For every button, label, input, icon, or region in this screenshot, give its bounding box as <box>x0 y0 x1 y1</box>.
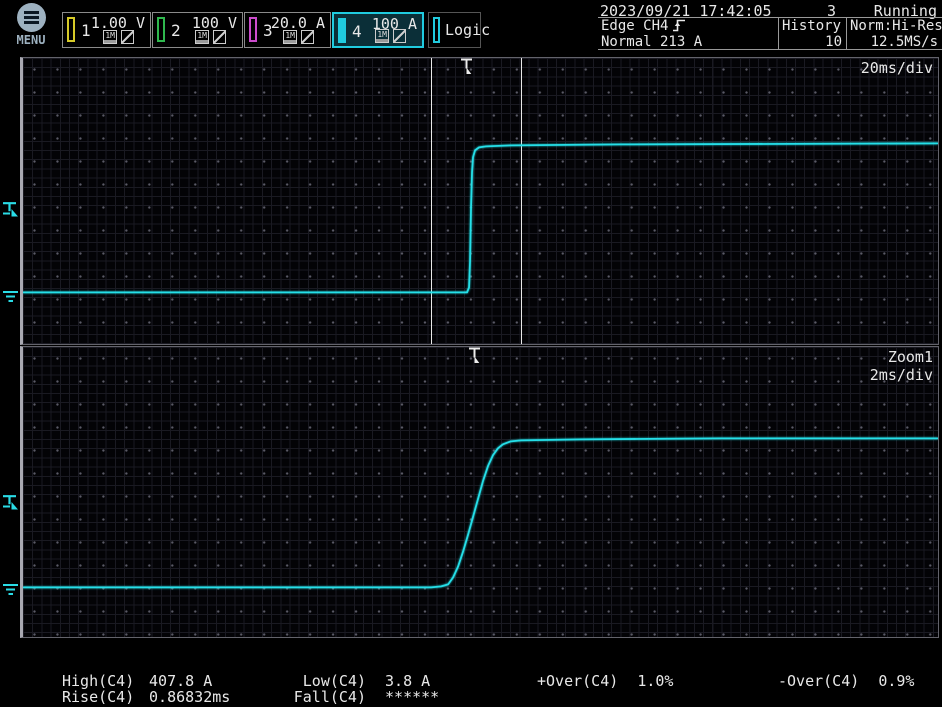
channel-box-1[interactable]: 1 1.00 V 1M <box>62 12 151 48</box>
acquisition-mode: Norm:Hi-Res <box>850 18 942 34</box>
measurement-value: 0.86832ms <box>149 688 230 706</box>
channel-1-bracket-icon <box>67 17 75 42</box>
trigger-info-box: Edge CH4 Normal 213 A History 10 Norm:Hi… <box>598 17 942 50</box>
channel-box-2[interactable]: 2 100 V 1M <box>152 12 243 48</box>
ground-level-icon[interactable] <box>2 289 19 304</box>
measurement-label: -Over(C4) <box>778 672 859 690</box>
trigger-settings-cell[interactable]: Edge CH4 Normal 213 A <box>598 18 778 49</box>
coupling-icon <box>213 30 226 44</box>
impedance-icon: 1M <box>195 30 209 44</box>
zoom-graticule: Zoom1 2ms/div <box>20 346 939 638</box>
main-graticule: 20ms/div <box>20 57 939 345</box>
history-label: History <box>782 18 841 34</box>
trigger-position-icon[interactable] <box>468 347 481 365</box>
impedance-icon: 1M <box>283 30 297 44</box>
record-mode-cell[interactable]: Norm:Hi-Res 12.5MS/s <box>846 18 942 49</box>
coupling-icon <box>393 29 406 43</box>
sample-rate: 12.5MS/s <box>871 34 938 50</box>
measurement-pos-over: +Over(C4) 1.0% <box>537 672 673 690</box>
logic-label: Logic <box>445 21 490 39</box>
hamburger-icon <box>17 3 46 32</box>
main-timebase-label: 20ms/div <box>861 59 933 77</box>
measurement-value: 1.0% <box>637 672 673 690</box>
logic-bracket-icon <box>433 17 440 43</box>
measurement-value: ****** <box>385 688 439 706</box>
zoom-title: Zoom1 <box>888 348 933 366</box>
channel-number: 4 <box>352 22 362 41</box>
ground-level-icon[interactable] <box>2 582 19 597</box>
zoom-timebase-label: 2ms/div <box>870 366 933 384</box>
channel-box-3[interactable]: 3 20.0 A 1M <box>244 12 331 48</box>
history-cell[interactable]: History 10 <box>778 18 846 49</box>
measurement-label: Rise(C4) <box>62 688 130 706</box>
waveform-ch4-zoom <box>23 347 938 637</box>
measurement-fall: Fall(C4) ****** <box>290 688 439 706</box>
trigger-type: Edge CH4 <box>601 18 668 34</box>
impedance-icon: 1M <box>375 29 389 43</box>
coupling-icon <box>301 30 314 44</box>
trigger-mode: Normal 213 A <box>601 34 702 50</box>
channel-number: 1 <box>81 21 91 40</box>
menu-button-label: MENU <box>8 33 54 47</box>
impedance-icon: 1M <box>103 30 117 44</box>
channel-4-bracket-icon <box>338 18 346 43</box>
measurement-label: Fall(C4) <box>290 688 366 706</box>
trigger-level-icon[interactable] <box>2 201 19 220</box>
measurement-label: +Over(C4) <box>537 672 618 690</box>
trigger-level-icon[interactable] <box>2 494 19 513</box>
rising-edge-icon <box>672 18 687 32</box>
waveform-ch4-main <box>23 58 938 344</box>
logic-channel-box[interactable]: Logic <box>428 12 481 48</box>
measurement-neg-over: -Over(C4) 0.9% <box>778 672 914 690</box>
measurement-rise: Rise(C4) 0.86832ms <box>62 688 230 706</box>
channel-3-bracket-icon <box>249 17 257 42</box>
channel-2-bracket-icon <box>157 17 165 42</box>
history-count: 10 <box>825 34 842 50</box>
menu-button[interactable]: MENU <box>8 1 54 49</box>
trigger-position-icon[interactable] <box>460 58 473 76</box>
measurement-value: 0.9% <box>878 672 914 690</box>
coupling-icon <box>121 30 134 44</box>
channel-box-4-selected[interactable]: 4 100 A 1M <box>332 12 424 48</box>
channel-number: 2 <box>171 21 181 40</box>
